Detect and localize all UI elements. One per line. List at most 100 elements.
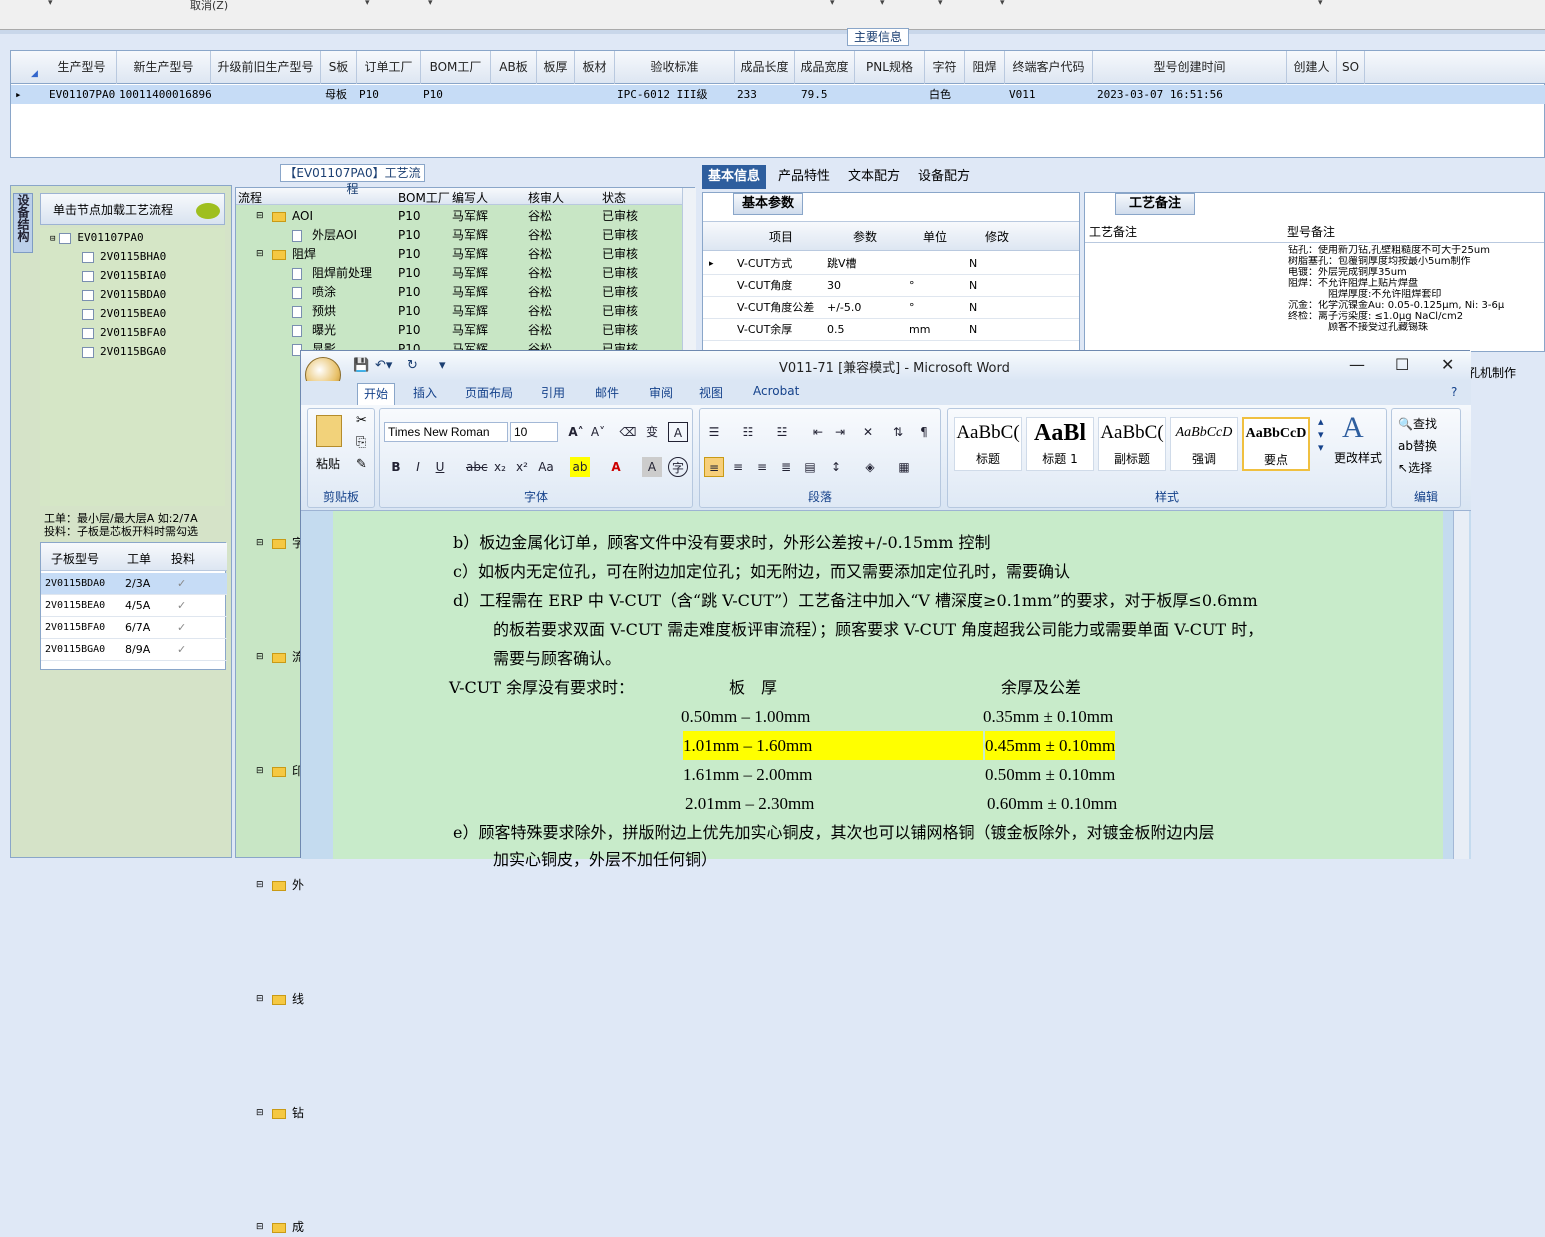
justify-icon[interactable]: ≣ [776, 457, 796, 477]
flow-row[interactable]: ⊟ 外 [236, 876, 304, 895]
checkbox-checked[interactable]: ✓ [177, 639, 186, 661]
flow-row[interactable]: 预烘 P10 马军辉 谷松 已审核 [236, 302, 681, 321]
numbering-icon[interactable]: ☷ [738, 422, 758, 442]
checkbox[interactable] [82, 308, 94, 320]
font-name-select[interactable]: Times New Roman [384, 422, 508, 442]
paste-button[interactable]: 粘贴 [316, 455, 340, 472]
subscript-icon[interactable]: x₂ [490, 457, 510, 477]
ribbon-tab[interactable]: Acrobat [753, 384, 799, 398]
ribbon-tab[interactable]: 插入 [413, 384, 437, 401]
tree-node[interactable]: 2V0115BEA0 [40, 304, 225, 323]
col-header[interactable]: 订单工厂 [357, 51, 421, 84]
checkbox[interactable] [82, 270, 94, 282]
col-header[interactable]: 项目 [769, 228, 793, 245]
bold-icon[interactable]: B [386, 457, 406, 477]
collapse-icon[interactable]: ⊟ [256, 534, 264, 553]
col-header[interactable]: 成品长度 [735, 51, 795, 84]
replace-button[interactable]: ab替换 [1398, 437, 1437, 454]
vertical-scrollbar[interactable] [1453, 511, 1469, 859]
checkbox-checked[interactable]: ✓ [177, 595, 186, 617]
dropdown-arrow-icon[interactable]: ▾ [428, 0, 433, 8]
superscript-icon[interactable]: x² [512, 457, 532, 477]
table-row[interactable]: 2V0115BDA0 2/3A ✓ [41, 573, 227, 595]
col-header[interactable]: SO [1337, 51, 1365, 84]
tree-node[interactable]: ⊟ EV01107PA0 [40, 228, 225, 247]
tree-node[interactable]: 2V0115BFA0 [40, 323, 225, 342]
col-header[interactable]: 字符 [925, 51, 965, 84]
checkbox[interactable] [82, 327, 94, 339]
ribbon-tab[interactable]: 引用 [541, 384, 565, 401]
ribbon-tab[interactable]: 邮件 [595, 384, 619, 401]
col-header[interactable]: 创建人 [1287, 51, 1337, 84]
line-spacing-icon[interactable]: ↕ [826, 457, 846, 477]
checkbox-checked[interactable]: ✓ [177, 617, 186, 639]
dropdown-arrow-icon[interactable]: ▾ [938, 0, 943, 8]
multilevel-list-icon[interactable]: ☳ [772, 422, 792, 442]
shrink-font-icon[interactable]: A˅ [588, 422, 608, 442]
paste-icon[interactable] [316, 415, 342, 447]
checkbox[interactable] [59, 232, 72, 244]
highlight-icon[interactable]: ab [570, 457, 590, 477]
change-styles-button[interactable]: 更改样式 [1334, 449, 1382, 466]
find-button[interactable]: 🔍查找 [1398, 415, 1437, 432]
checkbox[interactable] [82, 346, 94, 358]
flow-row[interactable]: 阻焊前处理 P10 马军辉 谷松 已审核 [236, 264, 681, 283]
redo-icon[interactable]: ↻ [407, 358, 418, 373]
table-row[interactable]: V-CUT角度公差 +/-5.0 ° N [703, 297, 1079, 319]
table-row[interactable]: 2V0115BEA0 4/5A ✓ [41, 595, 227, 617]
tab-device-structure[interactable]: 设备结构 [13, 193, 33, 253]
col-header[interactable]: 型号创建时间 [1093, 51, 1287, 84]
ribbon-tab[interactable]: 审阅 [649, 384, 673, 401]
document-page[interactable]: b）板边金属化订单，顾客文件中没有要求时，外形公差按+/-0.15mm 控制 c… [333, 511, 1443, 869]
align-left-icon[interactable]: ≡ [704, 457, 724, 477]
style-swatch[interactable]: AaBl 标题 1 [1026, 417, 1094, 471]
tab-device-recipe[interactable]: 设备配方 [912, 165, 976, 189]
col-header[interactable]: 工艺备注 [1089, 221, 1137, 243]
copy-icon[interactable]: ⎘ [356, 435, 366, 450]
col-header[interactable]: 工单 [127, 550, 151, 567]
tree-node[interactable]: 2V0115BIA0 [40, 266, 225, 285]
show-marks-icon[interactable]: ¶ [914, 422, 934, 442]
enclose-char-icon[interactable]: 字 [668, 457, 688, 477]
table-row[interactable]: V-CUT角度 30 ° N [703, 275, 1079, 297]
italic-icon[interactable]: I [408, 457, 428, 477]
dropdown-arrow-icon[interactable]: ▾ [830, 0, 835, 8]
distribute-icon[interactable]: ▤ [800, 457, 820, 477]
style-swatch[interactable]: AaBbCcD 要点 [1242, 417, 1310, 471]
shading-icon[interactable]: ◈ [860, 457, 880, 477]
select-button[interactable]: ↖选择 [1398, 459, 1432, 476]
flow-row[interactable]: 外层AOI P10 马军辉 谷松 已审核 [236, 226, 681, 245]
change-styles-icon[interactable]: A [1342, 411, 1364, 445]
change-case-icon[interactable]: Aa [536, 457, 556, 477]
tab-basic-info[interactable]: 基本信息 [702, 165, 767, 189]
dropdown-arrow-icon[interactable]: ▾ [365, 0, 370, 8]
collapse-icon[interactable]: ⊟ [256, 876, 264, 895]
asian-layout-icon[interactable]: ✕ [858, 422, 878, 442]
col-header[interactable]: 板材 [575, 51, 615, 84]
align-center-icon[interactable]: ≡ [728, 457, 748, 477]
table-row[interactable]: ▸ EV01107PA0 10011400016896 母板 P10 P10 I… [11, 85, 1545, 104]
dropdown-arrow-icon[interactable]: ▾ [1000, 0, 1005, 8]
col-header[interactable]: 编写人 [452, 189, 488, 206]
checkbox-checked[interactable]: ✓ [177, 573, 186, 595]
table-row[interactable]: 2V0115BGA0 8/9A ✓ [41, 639, 227, 661]
collapse-icon[interactable]: ⊟ [256, 1218, 264, 1237]
maximize-icon[interactable]: ☐ [1395, 355, 1409, 374]
col-header[interactable]: 核审人 [528, 189, 564, 206]
dropdown-arrow-icon[interactable]: ▾ [1318, 0, 1323, 8]
borders-icon[interactable]: ▦ [894, 457, 914, 477]
col-header[interactable]: 型号备注 [1287, 221, 1335, 243]
phonetic-icon[interactable]: 变 [642, 422, 662, 442]
col-header[interactable]: 验收标准 [615, 51, 735, 84]
col-header[interactable]: 单位 [923, 228, 947, 245]
flow-row[interactable]: ⊟ 线 [236, 990, 304, 1009]
flow-row[interactable]: 喷涂 P10 马军辉 谷松 已审核 [236, 283, 681, 302]
checkbox[interactable] [82, 251, 94, 263]
clear-format-icon[interactable]: ⌫ [618, 422, 638, 442]
col-header[interactable]: AB板 [491, 51, 537, 84]
font-size-select[interactable]: 10 [510, 422, 558, 442]
decrease-indent-icon[interactable]: ⇤ [808, 422, 828, 442]
col-header[interactable]: 终端客户代码 [1005, 51, 1093, 84]
sort-icon[interactable]: ⇅ [888, 422, 908, 442]
col-header[interactable]: BOM工厂 [421, 51, 491, 84]
